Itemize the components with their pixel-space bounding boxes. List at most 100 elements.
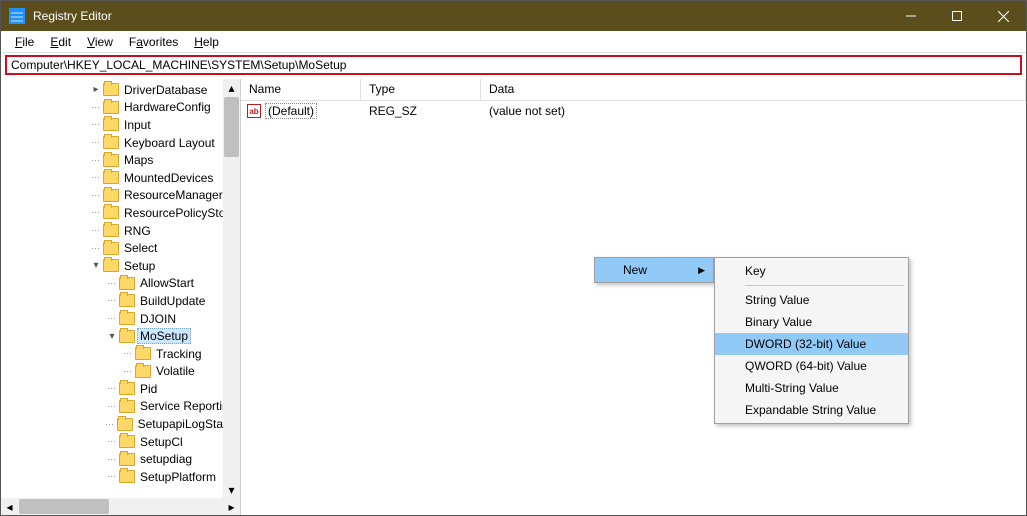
tree-item[interactable]: ⋯Select [1,239,240,257]
menu-favorites[interactable]: Favorites [123,33,184,51]
tree-dots-icon: ⋯ [105,401,119,412]
tree-item[interactable]: ⋯ResourcePolicyStore [1,204,240,222]
tree-item[interactable]: ▾ Setup [1,257,240,275]
scroll-down-icon[interactable]: ▾ [223,481,240,498]
maximize-button[interactable] [934,1,980,31]
context-submenu[interactable]: Key String ValueBinary ValueDWORD (32-bit… [714,257,909,424]
tree-item[interactable]: ⋯Maps [1,151,240,169]
tree-item-label: Pid [139,382,158,396]
tree-item-label: Input [123,118,152,132]
tree-item[interactable]: ⋯ Pid [1,380,240,398]
submenu-arrow-icon: ▶ [698,265,705,276]
tree-dots-icon: ⋯ [103,419,117,430]
folder-icon [103,259,119,272]
menu-help[interactable]: Help [188,33,225,51]
minimize-button[interactable] [888,1,934,31]
menu-view[interactable]: View [81,33,119,51]
folder-icon [103,171,119,184]
tree-item-label: Volatile [155,364,196,378]
tree-item[interactable]: ⋯BuildUpdate [1,292,240,310]
tree-item[interactable]: ⋯SetupPlatform [1,468,240,486]
tree-dots-icon: ⋯ [89,225,103,236]
submenu-item[interactable]: Expandable String Value [715,399,908,421]
scroll-up-icon[interactable]: ▴ [223,79,240,96]
tree-item-label: HardwareConfig [123,100,212,114]
titlebar[interactable]: Registry Editor [1,1,1026,31]
tree-hscroll[interactable]: ◂ ▸ [1,498,240,515]
folder-icon [103,83,119,96]
tree-item[interactable]: ⋯Tracking [1,345,240,363]
folder-icon [103,101,119,114]
tree-item-label: AllowStart [139,276,195,290]
hscroll-thumb[interactable] [19,499,109,514]
tree-dots-icon: ⋯ [105,436,119,447]
menu-file[interactable]: File [9,33,40,51]
tree-dots-icon: ⋯ [89,102,103,113]
folder-icon [119,382,135,395]
tree-dots-icon: ⋯ [105,383,119,394]
col-name[interactable]: Name [241,79,361,100]
tree-vscroll[interactable]: ▴ ▾ [223,79,240,498]
submenu-item[interactable]: Multi-String Value [715,377,908,399]
close-button[interactable] [980,1,1026,31]
tree-item-label: setupdiag [139,452,193,466]
menubar: File Edit View Favorites Help [1,31,1026,53]
tree-item-label: SetupCl [139,435,184,449]
tree-item-label: SetupPlatform [139,470,217,484]
tree-item[interactable]: ▸DriverDatabase [1,81,240,99]
tree-dots-icon: ⋯ [105,313,119,324]
scroll-thumb[interactable] [224,97,239,157]
tree-pane[interactable]: ▸DriverDatabase⋯HardwareConfig⋯Input⋯Key… [1,79,241,515]
scroll-right-icon[interactable]: ▸ [223,498,240,515]
tree-item[interactable]: ⋯ RNG [1,222,240,240]
submenu-item[interactable]: DWORD (32-bit) Value [715,333,908,355]
tree-dots-icon: ⋯ [89,190,103,201]
scroll-left-icon[interactable]: ◂ [1,498,18,515]
tree-item-label: Setup [123,259,156,273]
submenu-item[interactable]: QWORD (64-bit) Value [715,355,908,377]
tree-dots-icon: ⋯ [105,454,119,465]
tree-item-label: RNG [123,224,152,238]
tree-item[interactable]: ⋯Service Reporting [1,398,240,416]
menu-edit[interactable]: Edit [44,33,77,51]
folder-icon [119,330,135,343]
values-pane[interactable]: Name Type Data ab (Default) REG_SZ (valu… [241,79,1026,515]
tree-item[interactable]: ⋯Volatile [1,363,240,381]
tree-item[interactable]: ⋯Keyboard Layout [1,134,240,152]
tree-item[interactable]: ⋯MountedDevices [1,169,240,187]
tree-item[interactable]: ⋯ setupdiag [1,450,240,468]
folder-icon [103,189,119,202]
tree-item[interactable]: ⋯AllowStart [1,275,240,293]
tree-item[interactable]: ⋯ SetupCl [1,433,240,451]
submenu-item[interactable]: Binary Value [715,311,908,333]
address-input[interactable] [11,58,1016,72]
address-bar[interactable] [5,55,1022,75]
submenu-item[interactable]: Key [715,260,908,282]
tree-item[interactable]: ⋯ HardwareConfig [1,99,240,117]
folder-icon [103,154,119,167]
tree-dots-icon: ⋯ [89,243,103,254]
tree-item[interactable]: ⋯ DJOIN [1,310,240,328]
value-row[interactable]: ab (Default) REG_SZ (value not set) [241,101,1026,121]
window-title: Registry Editor [33,9,888,23]
col-type[interactable]: Type [361,79,481,100]
col-data[interactable]: Data [481,79,1026,100]
folder-icon [103,118,119,131]
tree-item[interactable]: ▾MoSetup [1,327,240,345]
tree-item-label: Keyboard Layout [123,136,216,150]
chevron-right-icon[interactable]: ▸ [89,84,103,95]
chevron-down-icon[interactable]: ▾ [105,331,119,342]
app-icon [9,8,25,24]
context-menu[interactable]: New ▶ [594,257,714,283]
folder-icon [119,453,135,466]
folder-icon [119,470,135,483]
menu-new[interactable]: New ▶ [595,258,713,282]
tree-item[interactable]: ⋯Input [1,116,240,134]
submenu-item[interactable]: String Value [715,289,908,311]
chevron-down-icon[interactable]: ▾ [89,260,103,271]
tree-item[interactable]: ⋯ResourceManager [1,187,240,205]
tree-item-label: DJOIN [139,312,177,326]
tree-item-label: BuildUpdate [139,294,206,308]
tree-item[interactable]: ⋯SetupapiLogStatus [1,415,240,433]
string-value-icon: ab [247,104,261,118]
